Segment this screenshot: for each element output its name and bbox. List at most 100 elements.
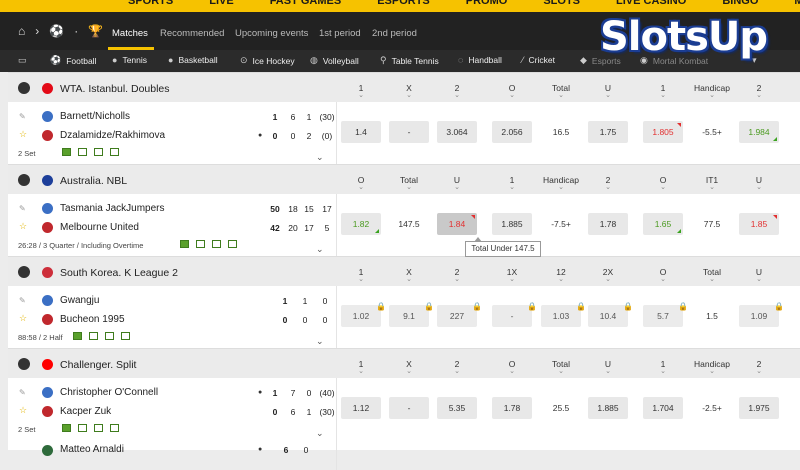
- market-column-header[interactable]: IT1 ⌄: [687, 175, 737, 191]
- market-column-header[interactable]: 1 ⌄: [487, 175, 537, 191]
- market-column-header[interactable]: 1X ⌄: [487, 267, 537, 283]
- team2-name[interactable]: Kacper Zuk: [60, 406, 111, 417]
- field-icon[interactable]: [73, 332, 82, 340]
- odds-button[interactable]: 1.85: [739, 213, 779, 235]
- team2-name[interactable]: Melbourne United: [60, 222, 139, 233]
- tab-recommended[interactable]: Recommended: [160, 28, 224, 39]
- home-icon[interactable]: ⌂: [18, 24, 25, 38]
- odds-button[interactable]: 1.78: [492, 397, 532, 419]
- list-icon[interactable]: [110, 424, 119, 432]
- team2-name[interactable]: Dzalamidze/Rakhimova: [60, 130, 165, 141]
- odds-button[interactable]: 1.84: [437, 213, 477, 235]
- team2-name[interactable]: Bucheon 1995: [60, 314, 125, 325]
- market-column-header[interactable]: 1 ⌄: [336, 267, 386, 283]
- field-icon[interactable]: [62, 424, 71, 432]
- market-column-header[interactable]: U ⌄: [432, 175, 482, 191]
- market-column-header[interactable]: O ⌄: [638, 267, 688, 283]
- odds-button[interactable]: 1.975: [739, 397, 779, 419]
- odds-button[interactable]: 1.09 🔒: [739, 302, 784, 327]
- team1-name[interactable]: Barnett/Nicholls: [60, 111, 130, 122]
- chevron-down-icon[interactable]: ⌄: [316, 428, 324, 439]
- market-column-header[interactable]: Total ⌄: [536, 83, 586, 99]
- chart-icon[interactable]: [94, 148, 103, 156]
- league-header[interactable]: Challenger. Split 1 ⌄ X ⌄ 2 ⌄ O ⌄ Total ⌄ U ⌄ 1 ⌄ Handi…: [8, 348, 800, 378]
- chart-icon[interactable]: [105, 332, 114, 340]
- market-column-header[interactable]: 1 ⌄: [638, 83, 688, 99]
- odds-button[interactable]: 10.4 🔒: [588, 302, 633, 327]
- favorite-star-icon[interactable]: ☆: [19, 313, 27, 324]
- odds-button[interactable]: 1.805: [643, 121, 683, 143]
- match-row[interactable]: Matteo Arnaldi ● 6 0: [8, 440, 800, 470]
- league-header[interactable]: WTA. Istanbul. Doubles 1 ⌄ X ⌄ 2 ⌄ O ⌄ Total ⌄ U ⌄ 1 ⌄…: [8, 72, 800, 102]
- topnav-item-esports[interactable]: ESPORTS: [377, 0, 430, 7]
- sport-table-tennis[interactable]: ⚲ Table Tennis: [380, 55, 439, 66]
- market-column-header[interactable]: O ⌄: [487, 359, 537, 375]
- team1-name[interactable]: Gwangju: [60, 295, 99, 306]
- market-column-header[interactable]: 2 ⌄: [734, 83, 784, 99]
- market-column-header[interactable]: U ⌄: [583, 359, 633, 375]
- market-column-header[interactable]: 1 ⌄: [638, 359, 688, 375]
- field-icon[interactable]: [62, 148, 71, 156]
- tab-2nd-period[interactable]: 2nd period: [372, 28, 417, 39]
- sport-football[interactable]: ⚽ Football: [50, 55, 96, 66]
- odds-button[interactable]: -: [389, 121, 429, 143]
- chevron-down-icon[interactable]: ⌄: [316, 152, 324, 163]
- market-column-header[interactable]: 1 ⌄: [336, 359, 386, 375]
- market-column-header[interactable]: X ⌄: [384, 83, 434, 99]
- match-row[interactable]: ✎ ☆ Christopher O'Connell Kacper Zuk 1 7 0 (40)…: [8, 378, 800, 440]
- topnav-item-slots[interactable]: SLOTS: [543, 0, 580, 7]
- market-column-header[interactable]: U ⌄: [734, 175, 784, 191]
- match-row[interactable]: ✎ ☆ Tasmania JackJumpers Melbourne United 50…: [8, 194, 800, 256]
- market-column-header[interactable]: Handicap ⌄: [536, 175, 586, 191]
- pin-icon[interactable]: ✎: [19, 112, 26, 121]
- market-column-header[interactable]: U ⌄: [734, 267, 784, 283]
- odds-button[interactable]: 5.35: [437, 397, 477, 419]
- market-column-header[interactable]: 1 ⌄: [336, 83, 386, 99]
- odds-button[interactable]: 1.02 🔒: [341, 302, 386, 327]
- trophy-icon[interactable]: 🏆: [88, 24, 103, 38]
- odds-button[interactable]: 1.82: [341, 213, 381, 235]
- odds-button[interactable]: 2.056: [492, 121, 532, 143]
- odds-button[interactable]: 9.1 🔒: [389, 302, 434, 327]
- market-column-header[interactable]: Total ⌄: [384, 175, 434, 191]
- sport-handball[interactable]: ◌ Handball: [458, 55, 502, 65]
- topnav-item-fast-games[interactable]: FAST GAMES: [270, 0, 342, 7]
- market-column-header[interactable]: 2X ⌄: [583, 267, 633, 283]
- odds-button[interactable]: 1.984: [739, 121, 779, 143]
- team1-name[interactable]: Tasmania JackJumpers: [60, 203, 164, 214]
- odds-button[interactable]: - 🔒: [492, 302, 537, 327]
- pin-icon[interactable]: ✎: [19, 204, 26, 213]
- topnav-item-sports[interactable]: SPORTS: [128, 0, 173, 7]
- market-column-header[interactable]: X ⌄: [384, 267, 434, 283]
- odds-button[interactable]: 3.064: [437, 121, 477, 143]
- stats-icon[interactable]: [78, 148, 87, 156]
- favorite-star-icon[interactable]: ☆: [19, 405, 27, 416]
- sport-tennis[interactable]: ● Tennis: [112, 55, 147, 65]
- stats-icon[interactable]: [89, 332, 98, 340]
- odds-button[interactable]: 1.78: [588, 213, 628, 235]
- market-column-header[interactable]: 2 ⌄: [432, 83, 482, 99]
- topnav-item-live-casino[interactable]: LIVE CASINO: [616, 0, 686, 7]
- sport-volleyball[interactable]: ◍ Volleyball: [310, 55, 359, 66]
- team1-name[interactable]: Christopher O'Connell: [60, 387, 158, 398]
- market-column-header[interactable]: O ⌄: [487, 83, 537, 99]
- odds-button[interactable]: 1.885: [588, 397, 628, 419]
- market-column-header[interactable]: Total ⌄: [536, 359, 586, 375]
- topnav-item-promo[interactable]: PROMO: [466, 0, 508, 7]
- chevron-down-icon[interactable]: ⌄: [316, 336, 324, 347]
- favorite-star-icon[interactable]: ☆: [19, 129, 27, 140]
- league-header[interactable]: Australia. NBL O ⌄ Total ⌄ U ⌄ 1 ⌄ Handicap ⌄ 2 ⌄ O ⌄ I…: [8, 164, 800, 194]
- market-column-header[interactable]: Handicap ⌄: [687, 359, 737, 375]
- market-column-header[interactable]: Handicap ⌄: [687, 83, 737, 99]
- pin-icon[interactable]: ✎: [19, 296, 26, 305]
- stats-icon[interactable]: [78, 424, 87, 432]
- sport-cricket[interactable]: ⁄ Cricket: [522, 55, 555, 65]
- tab-matches[interactable]: Matches: [112, 28, 148, 39]
- match-row[interactable]: ✎ ☆ Gwangju Bucheon 1995 1 1 0 0 0 0 88:58 / 2 Hal…: [8, 286, 800, 348]
- topnav-item-more[interactable]: MORE: [794, 0, 800, 7]
- market-column-header[interactable]: U ⌄: [583, 83, 633, 99]
- pin-icon[interactable]: ✎: [19, 388, 26, 397]
- odds-button[interactable]: 1.03 🔒: [541, 302, 586, 327]
- sport-ice-hockey[interactable]: ⊙ Ice Hockey: [240, 55, 295, 66]
- tab-1st-period[interactable]: 1st period: [319, 28, 361, 39]
